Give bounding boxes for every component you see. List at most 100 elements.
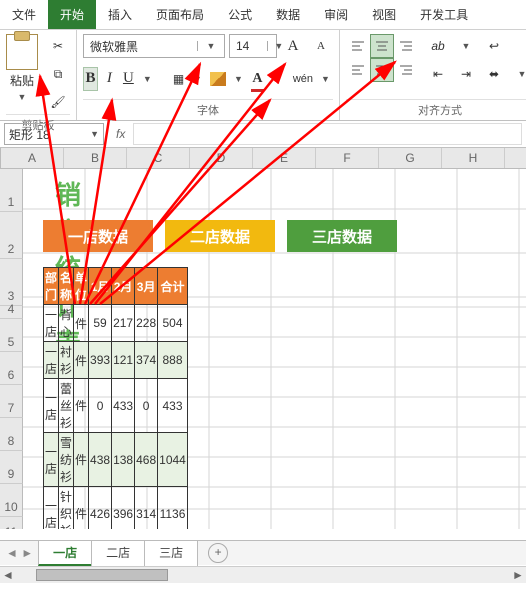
chevron-down-icon[interactable]: ▼	[18, 92, 27, 102]
row-header[interactable]: 6	[0, 352, 23, 385]
column-header[interactable]: H	[442, 148, 505, 168]
add-sheet-button[interactable]: +	[208, 543, 228, 563]
font-size-combo[interactable]: 14 ▼	[229, 34, 277, 58]
table-cell[interactable]: 雪纺衫	[59, 433, 74, 487]
table-cell[interactable]: 217	[112, 305, 135, 342]
chevron-down-icon[interactable]: ▼	[90, 129, 99, 139]
menu-tab[interactable]: 插入	[96, 0, 144, 29]
table-cell[interactable]: 138	[112, 433, 135, 487]
menu-tab[interactable]: 文件	[0, 0, 48, 29]
cut-icon[interactable]: ✂	[46, 34, 70, 58]
button-store-1[interactable]: 一店数据	[43, 220, 153, 252]
align-bottom-right[interactable]	[394, 58, 418, 82]
scroll-thumb[interactable]	[36, 569, 168, 581]
merge-center-icon[interactable]: ⬌	[482, 62, 506, 86]
table-cell[interactable]: 433	[158, 379, 188, 433]
scroll-left-icon[interactable]: ◄	[0, 568, 16, 582]
sheet-tab[interactable]: 一店	[38, 540, 92, 566]
chevron-down-icon[interactable]: ▼	[454, 34, 478, 58]
sheet-tab[interactable]: 三店	[144, 540, 198, 566]
menu-tab[interactable]: 视图	[360, 0, 408, 29]
formula-input[interactable]	[133, 123, 522, 145]
sheet-tab[interactable]: 二店	[91, 540, 145, 566]
column-header[interactable]: F	[316, 148, 379, 168]
table-cell[interactable]: 0	[135, 379, 158, 433]
increase-font-icon[interactable]: A	[281, 34, 305, 58]
format-painter-icon[interactable]: 🖌	[46, 90, 70, 114]
decrease-font-icon[interactable]: A	[309, 34, 333, 58]
menu-tab[interactable]: 数据	[264, 0, 312, 29]
table-cell[interactable]: 468	[135, 433, 158, 487]
menu-tab[interactable]: 公式	[216, 0, 264, 29]
table-cell[interactable]: 件	[74, 379, 89, 433]
table-cell[interactable]: 0	[89, 379, 112, 433]
row-header[interactable]: 8	[0, 418, 23, 451]
table-cell[interactable]: 393	[89, 342, 112, 379]
table-cell[interactable]: 一店	[44, 342, 59, 379]
font-name-combo[interactable]: 微软雅黑 ▼	[83, 34, 225, 58]
table-cell[interactable]: 一店	[44, 487, 59, 530]
table-cell[interactable]: 59	[89, 305, 112, 342]
table-cell[interactable]: 228	[135, 305, 158, 342]
row-header[interactable]: 11	[0, 517, 23, 529]
row-header[interactable]: 5	[0, 319, 23, 352]
table-cell[interactable]: 蕾丝衫	[59, 379, 74, 433]
fill-color-icon[interactable]	[209, 67, 227, 91]
button-store-3[interactable]: 三店数据	[287, 220, 397, 252]
row-header[interactable]: 9	[0, 451, 23, 484]
align-bottom-left[interactable]	[346, 58, 370, 82]
column-header[interactable]: B	[64, 148, 127, 168]
paste-icon[interactable]	[6, 34, 38, 70]
table-cell[interactable]: 件	[74, 487, 89, 530]
menu-tab[interactable]: 页面布局	[144, 0, 216, 29]
column-header[interactable]: I	[505, 148, 526, 168]
chevron-down-icon[interactable]: ▼	[231, 67, 246, 91]
chevron-down-icon[interactable]: ▼	[318, 67, 333, 91]
table-cell[interactable]: 888	[158, 342, 188, 379]
scroll-right-icon[interactable]: ►	[510, 568, 526, 582]
align-top-left[interactable]	[346, 34, 370, 58]
table-cell[interactable]: 1044	[158, 433, 188, 487]
column-header[interactable]: G	[379, 148, 442, 168]
row-header[interactable]: 10	[0, 484, 23, 517]
align-top-right[interactable]	[394, 34, 418, 58]
align-top-center[interactable]	[370, 34, 394, 58]
table-cell[interactable]: 一店	[44, 433, 59, 487]
column-header[interactable]: C	[127, 148, 190, 168]
wrap-text-icon[interactable]: ↩	[482, 34, 506, 58]
table-cell[interactable]: 426	[89, 487, 112, 530]
increase-indent-icon[interactable]: ⇥	[454, 62, 478, 86]
grid-area[interactable]: 1234567891011 销售统计表 一店数据 二店数据 三店数据 部门名称单…	[0, 169, 526, 529]
border-icon[interactable]: ▦	[171, 67, 186, 91]
table-cell[interactable]: 衬衫	[59, 342, 74, 379]
table-cell[interactable]: 件	[74, 342, 89, 379]
table-cell[interactable]: 374	[135, 342, 158, 379]
horizontal-scrollbar[interactable]: ◄ ►	[0, 566, 526, 583]
chevron-down-icon[interactable]: ▼	[269, 67, 284, 91]
chevron-down-icon[interactable]: ▼	[190, 67, 205, 91]
table-cell[interactable]: 504	[158, 305, 188, 342]
menu-tab[interactable]: 审阅	[312, 0, 360, 29]
copy-icon[interactable]: ⧉	[46, 62, 70, 86]
column-header[interactable]: E	[253, 148, 316, 168]
italic-button[interactable]: I	[102, 67, 117, 91]
paste-label[interactable]: 粘贴	[10, 74, 34, 88]
button-store-2[interactable]: 二店数据	[165, 220, 275, 252]
column-header[interactable]: D	[190, 148, 253, 168]
name-box[interactable]: 矩形 18 ▼	[4, 123, 104, 145]
table-cell[interactable]: 件	[74, 433, 89, 487]
chevron-down-icon[interactable]: ▼	[197, 41, 224, 51]
table-cell[interactable]: 一店	[44, 379, 59, 433]
phonetic-guide-icon[interactable]: wén	[292, 67, 314, 91]
chevron-down-icon[interactable]: ▼	[510, 62, 526, 86]
underline-button[interactable]: U	[121, 67, 136, 91]
table-cell[interactable]: 1136	[158, 487, 188, 530]
table-cell[interactable]: 438	[89, 433, 112, 487]
orientation-icon[interactable]: ab	[426, 34, 450, 58]
fx-icon[interactable]: fx	[108, 127, 133, 141]
menu-tab[interactable]: 开始	[48, 0, 96, 29]
table-cell[interactable]: 314	[135, 487, 158, 530]
table-cell[interactable]: 针织衫	[59, 487, 74, 530]
table-cell[interactable]: 背心	[59, 305, 74, 342]
decrease-indent-icon[interactable]: ⇤	[426, 62, 450, 86]
